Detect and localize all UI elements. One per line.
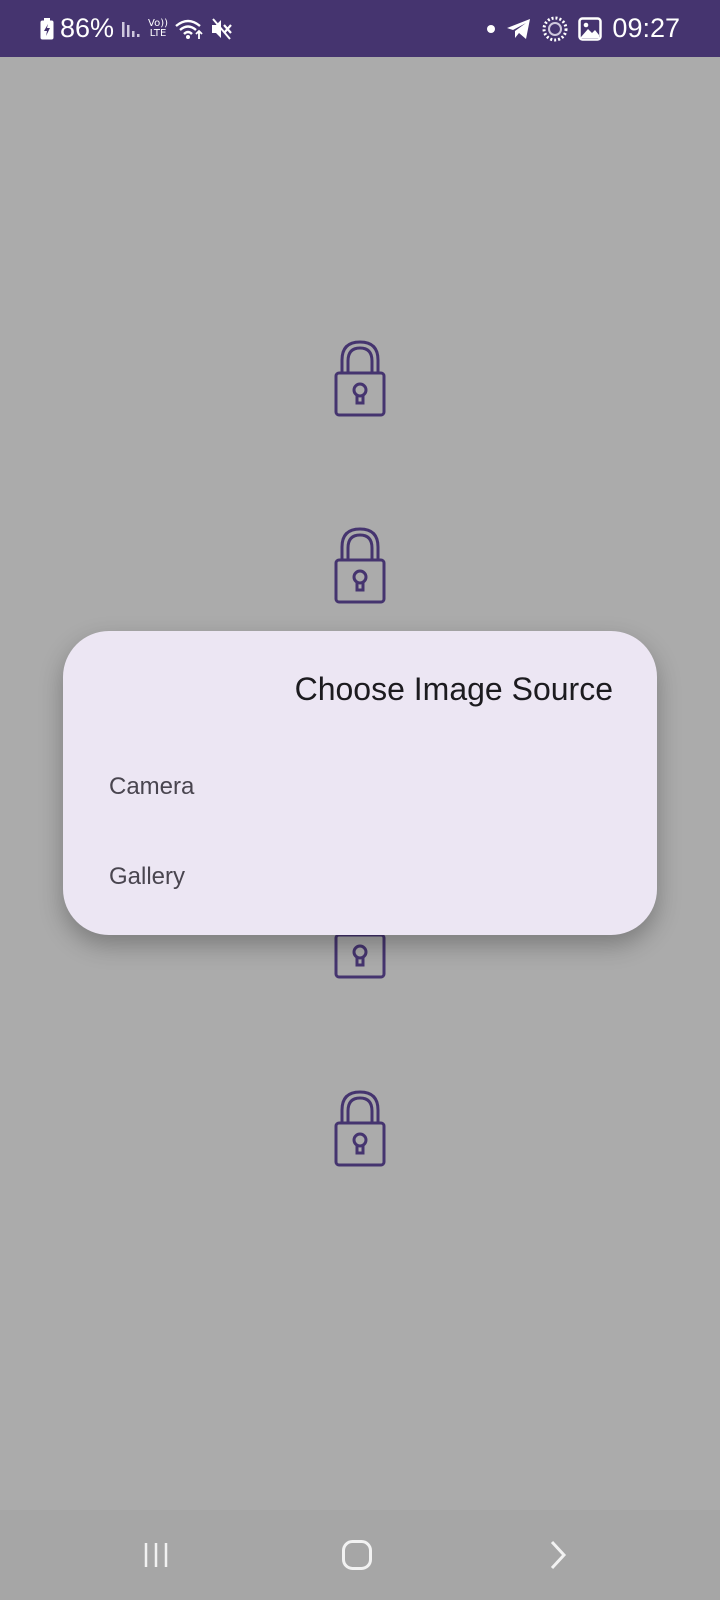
gallery-option[interactable]: Gallery [109,863,185,891]
camera-option[interactable]: Camera [109,773,194,801]
wifi-icon [174,18,204,40]
telegram-icon [506,17,532,41]
status-bar: 86% Vo)) LTE 09:27 [0,0,720,57]
mute-icon [210,17,234,40]
sync-circle-icon [542,16,568,42]
status-right: 09:27 [486,0,680,57]
dialog-title: Choose Image Source [294,671,613,707]
battery-charging-icon [40,17,54,40]
volte-icon: Vo)) LTE [148,17,169,39]
battery-percent: 86% [60,13,115,43]
home-icon[interactable] [327,1528,387,1582]
navigation-bar [0,1510,720,1600]
image-source-dialog: Choose Image Source Camera Gallery [63,631,657,935]
signal-icon [120,19,142,39]
recent-apps-icon[interactable] [126,1528,186,1582]
lock-icon[interactable] [334,527,386,605]
status-left: 86% Vo)) LTE [40,0,234,57]
clock: 09:27 [612,13,680,43]
lock-icon[interactable] [334,1090,386,1168]
back-icon[interactable] [528,1528,588,1582]
lte-label: LTE [149,27,167,39]
gallery-icon [578,16,603,41]
lock-icon[interactable] [334,340,386,418]
notification-dot-icon [486,24,496,34]
volte-label: Vo)) [148,17,169,29]
screen: 86% Vo)) LTE 09:27 Choose Image Source C… [0,0,720,1600]
